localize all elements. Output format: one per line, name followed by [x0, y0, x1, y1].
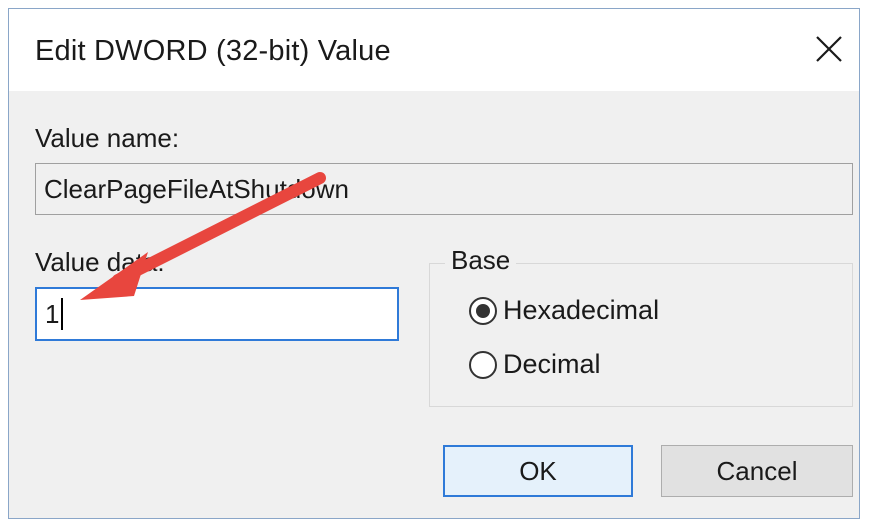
value-name-label: Value name:: [35, 123, 180, 153]
radio-hexadecimal-label: Hexadecimal: [503, 295, 660, 325]
value-data-input[interactable]: 1: [35, 287, 399, 341]
radio-hexadecimal[interactable]: Hexadecimal: [469, 295, 659, 326]
base-groupbox: [429, 263, 853, 407]
cancel-button[interactable]: Cancel: [661, 445, 853, 497]
radio-decimal-label: Decimal: [503, 349, 601, 379]
close-icon: [816, 36, 842, 62]
base-legend: Base: [445, 245, 517, 276]
title-bar: Edit DWORD (32-bit) Value: [9, 9, 859, 91]
text-caret: [61, 298, 64, 330]
value-data-label: Value data:: [35, 247, 165, 277]
value-data-text: 1: [45, 299, 60, 329]
dialog-title: Edit DWORD (32-bit) Value: [35, 35, 391, 67]
value-name-field: ClearPageFileAtShutdown: [35, 163, 853, 215]
radio-decimal[interactable]: Decimal: [469, 349, 601, 380]
edit-dword-dialog: Edit DWORD (32-bit) Value Value name: Cl…: [8, 8, 860, 519]
radio-button-unchecked[interactable]: [469, 350, 497, 379]
ok-button[interactable]: OK: [443, 445, 633, 497]
close-button[interactable]: [807, 27, 851, 71]
radio-button-checked[interactable]: [469, 296, 497, 325]
